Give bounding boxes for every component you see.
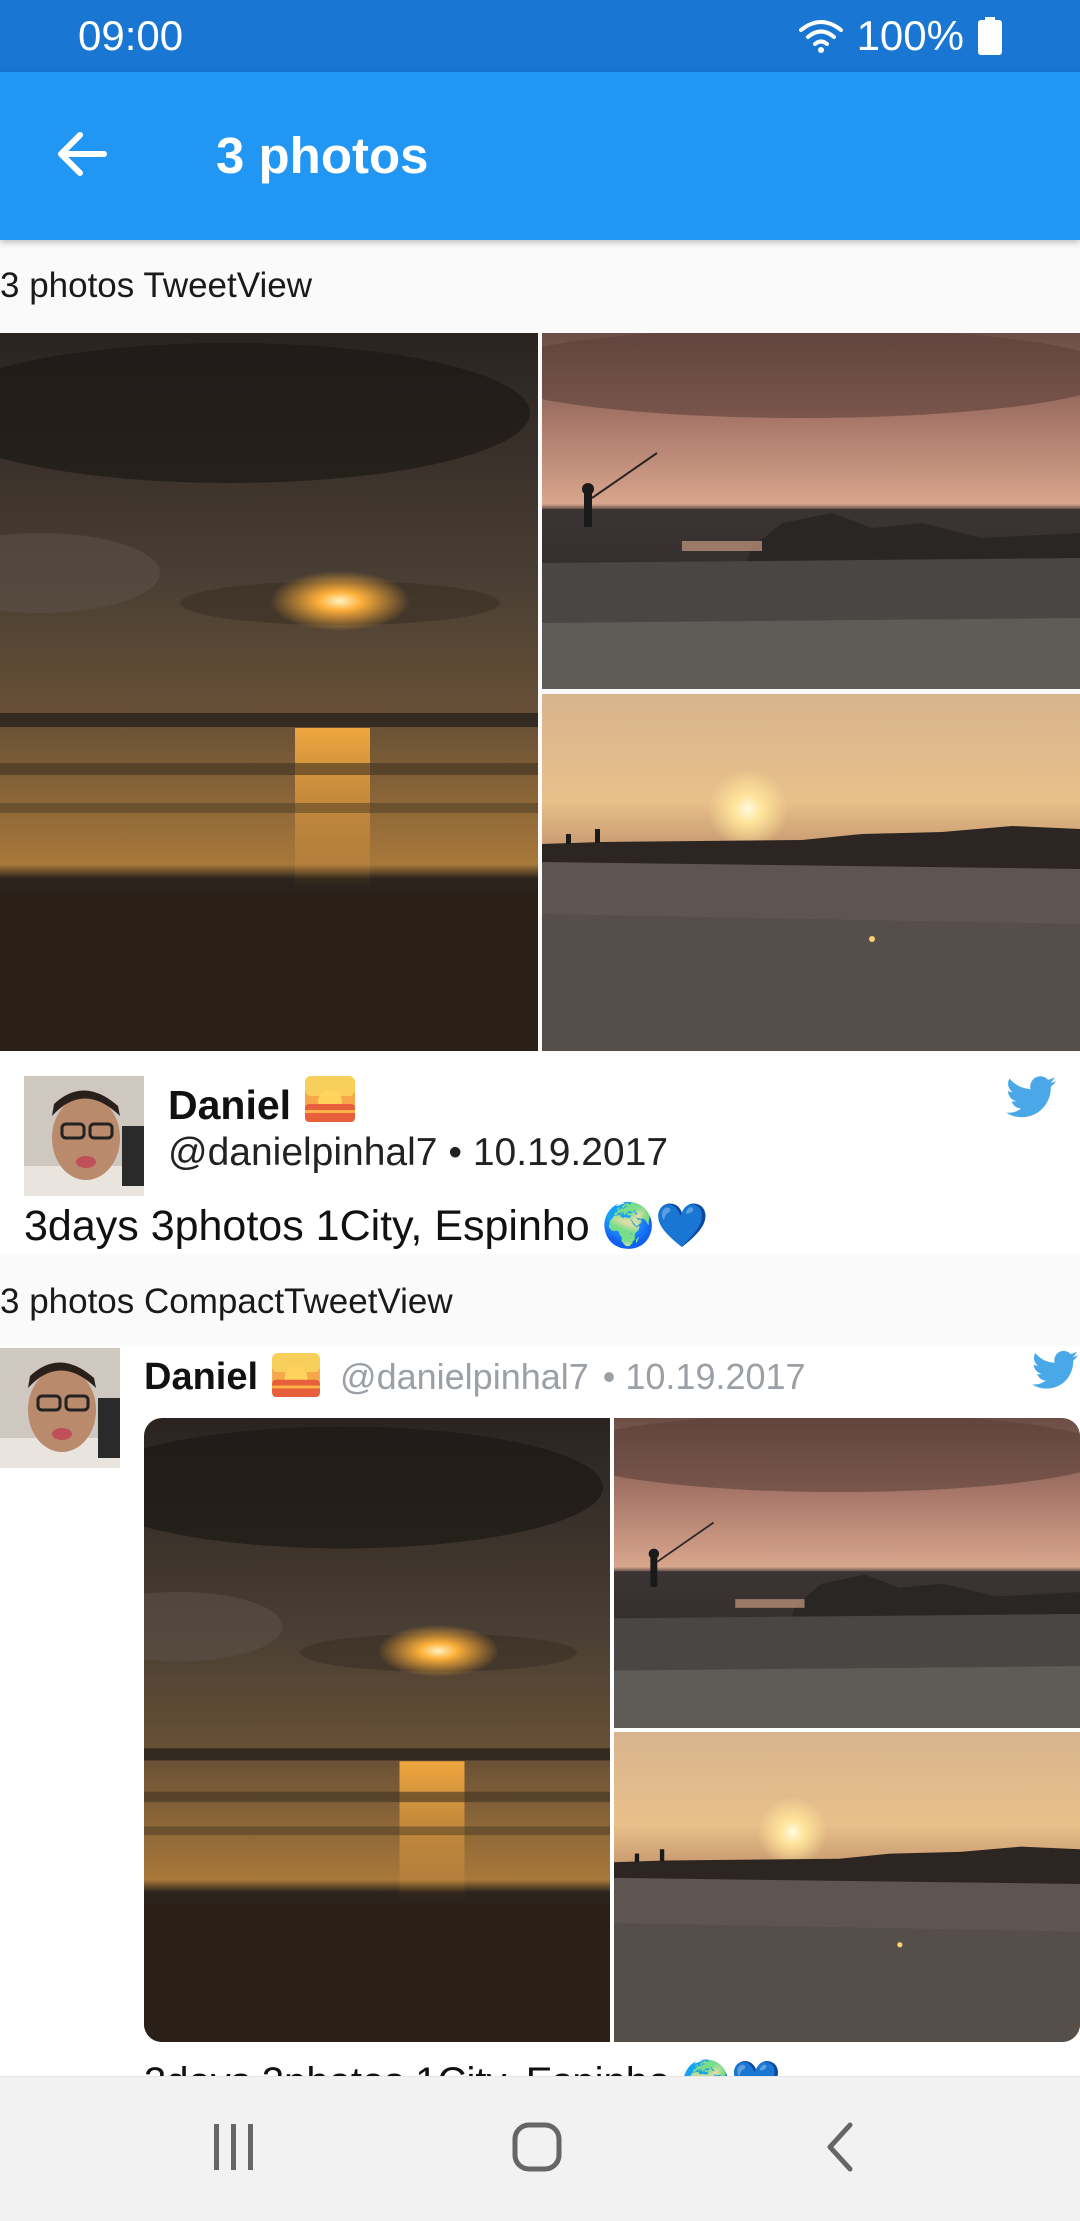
back-icon <box>822 2121 858 2178</box>
battery-icon <box>978 17 1002 55</box>
compact-meta-separator: • <box>602 1356 616 1397</box>
tweet-photo-3[interactable] <box>542 694 1080 1051</box>
battery-percentage: 100% <box>856 12 964 59</box>
app-bar: 3 photos <box>0 72 1080 240</box>
recent-apps-icon <box>210 2122 258 2177</box>
compact-author-row[interactable]: Daniel @danielpinhal7 • 10.19.2017 <box>144 1350 806 1404</box>
tweet-text: 3days 3photos 1City, Espinho 🌍💙 <box>24 1202 709 1250</box>
twitter-bird-icon[interactable] <box>1032 1350 1078 1395</box>
compact-tweet-text: 3days 3photos 1City, Espinho 🌍💙 <box>144 2058 781 2076</box>
section-label-tweetview: 3 photos TweetView <box>0 264 1080 308</box>
author-name-row[interactable]: Daniel <box>168 1076 356 1133</box>
compact-photo-1[interactable] <box>144 1418 610 2042</box>
sunset-pier-image <box>542 694 1080 1051</box>
fisherman-rocks-image <box>542 333 1080 689</box>
sunset-emoji-icon <box>305 1076 356 1133</box>
sunset-beach-image <box>0 333 538 1051</box>
home-button[interactable] <box>497 2113 577 2185</box>
section-label-compact: 3 photos CompactTweetView <box>0 1280 1080 1324</box>
tweet-meta: @danielpinhal7 • 10.19.2017 <box>168 1128 668 1178</box>
author-avatar[interactable] <box>24 1076 144 1196</box>
status-icons: 100% <box>798 12 1002 60</box>
tweet-date[interactable]: 10.19.2017 <box>473 1131 668 1174</box>
compact-author-name: Daniel <box>144 1355 259 1398</box>
twitter-bird-icon[interactable] <box>1006 1076 1056 1123</box>
system-back-button[interactable] <box>800 2113 880 2185</box>
compact-author-handle[interactable]: @danielpinhal7 <box>340 1356 589 1398</box>
compact-author-avatar[interactable] <box>0 1348 120 1468</box>
back-button[interactable] <box>40 114 124 198</box>
author-name: Daniel <box>168 1081 292 1128</box>
sunset-pier-image <box>614 1732 1080 2042</box>
recent-apps-button[interactable] <box>194 2113 274 2185</box>
author-handle[interactable]: @danielpinhal7 <box>168 1131 437 1174</box>
sunset-emoji-icon <box>272 1352 320 1402</box>
wifi-icon <box>798 18 843 54</box>
sunset-beach-image <box>144 1418 610 2042</box>
tweet-photo-2[interactable] <box>542 333 1080 689</box>
fisherman-rocks-image <box>614 1418 1080 1728</box>
status-time: 09:00 <box>78 12 184 59</box>
status-bar: 09:00 100% <box>0 0 1080 72</box>
tweet-photo-1[interactable] <box>0 333 538 1051</box>
compact-photo-2[interactable] <box>614 1418 1080 1728</box>
home-icon <box>511 2121 563 2178</box>
system-navigation-bar <box>0 2076 1080 2221</box>
compact-photo-3[interactable] <box>614 1732 1080 2042</box>
compact-photo-grid <box>144 1418 1080 2042</box>
meta-separator: • <box>448 1131 462 1174</box>
compact-tweet-date[interactable]: 10.19.2017 <box>625 1356 805 1398</box>
page-title: 3 photos <box>216 127 429 184</box>
compact-text-clip: 3days 3photos 1City, Espinho 🌍💙 <box>144 2058 1080 2076</box>
arrow-back-icon <box>54 126 110 187</box>
